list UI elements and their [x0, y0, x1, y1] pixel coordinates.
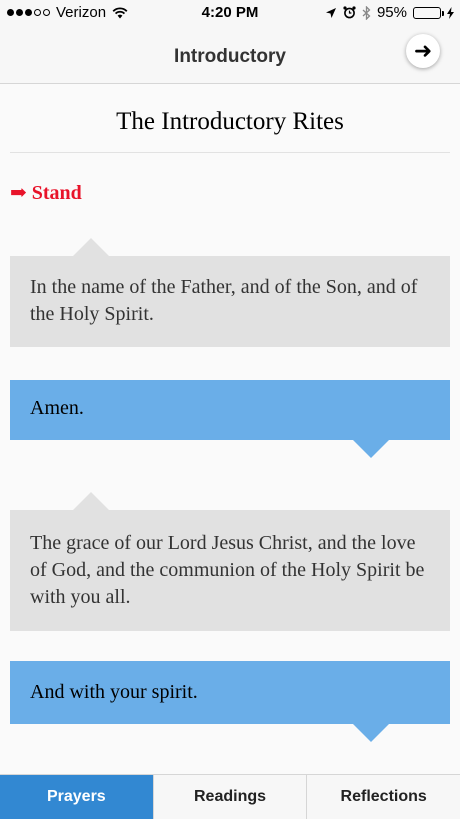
priest-bubble: The grace of our Lord Jesus Christ, and …: [10, 492, 450, 631]
navigation-bar: Introductory ➜: [0, 26, 460, 84]
bluetooth-icon: [362, 5, 371, 20]
status-right: 95%: [325, 4, 454, 21]
battery-percent: 95%: [376, 4, 407, 21]
content-area[interactable]: The Introductory Rites ➡ Stand In the na…: [0, 84, 460, 774]
page-title: Introductory: [174, 46, 286, 67]
arrow-right-icon: ➜: [413, 38, 433, 63]
charging-bolt-icon: [447, 6, 454, 19]
tab-bar: Prayers Readings Reflections: [0, 774, 460, 819]
status-bar: Verizon 4:20 PM 95%: [0, 0, 460, 26]
location-arrow-icon: [325, 7, 336, 18]
divider: [10, 152, 450, 153]
tab-reflections[interactable]: Reflections: [306, 775, 460, 819]
alarm-icon: [343, 6, 356, 19]
people-bubble: And with your spirit.: [10, 661, 450, 742]
tab-readings[interactable]: Readings: [152, 775, 307, 819]
priest-text: In the name of the Father, and of the So…: [30, 276, 418, 325]
section-title: The Introductory Rites: [116, 108, 344, 135]
posture-label: Stand: [31, 182, 82, 204]
priest-bubble: In the name of the Father, and of the So…: [10, 238, 450, 347]
priest-text: The grace of our Lord Jesus Christ, and …: [30, 532, 425, 608]
hand-pointer-icon: ➡: [10, 182, 27, 204]
people-text: And with your spirit.: [30, 681, 198, 703]
posture-instruction: ➡ Stand: [10, 180, 82, 205]
people-bubble: Amen.: [10, 380, 450, 458]
battery-icon: [413, 6, 444, 19]
tab-prayers[interactable]: Prayers: [0, 775, 153, 819]
next-button[interactable]: ➜: [406, 34, 440, 68]
people-text: Amen.: [30, 397, 84, 419]
